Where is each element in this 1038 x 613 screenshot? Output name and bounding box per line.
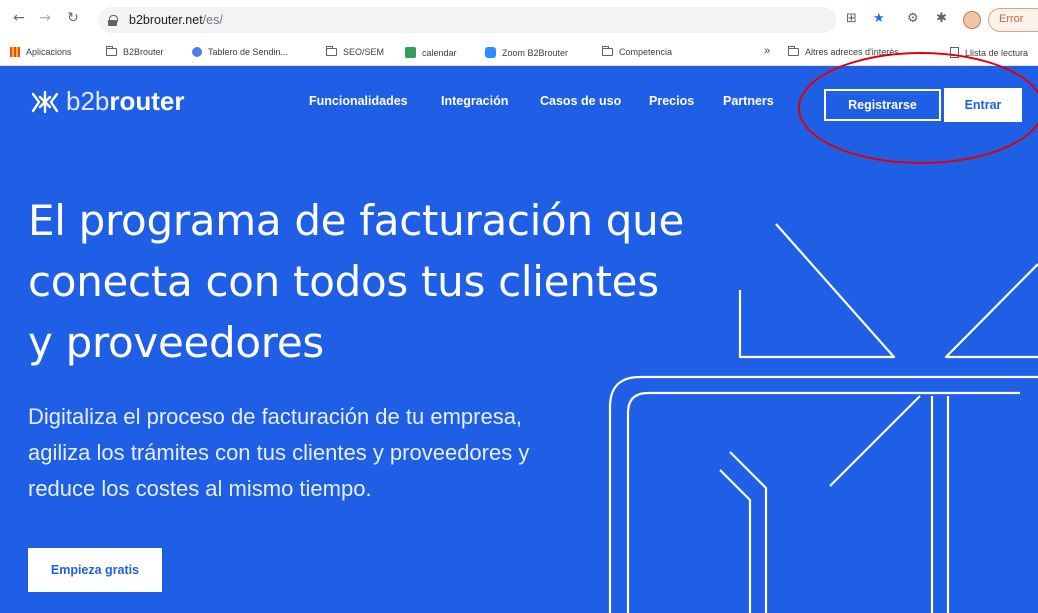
hero-subtitle-line: Digitaliza el proceso de facturación de … [28, 404, 523, 429]
hero-subtitle: Digitaliza el proceso de facturación de … [28, 399, 628, 507]
hero-title-line: El programa de facturación que [28, 196, 685, 245]
hero-title-line: conecta con todos tus clientes [28, 257, 659, 306]
bookmark-zoom[interactable]: Zoom B2Brouter [485, 47, 568, 58]
nav-precios[interactable]: Precios [649, 94, 694, 108]
bookmark-calendar[interactable]: calendar [405, 47, 457, 58]
bookmark-label: Llista de lectura [965, 47, 1029, 58]
overflow-chevron-icon: » [764, 45, 771, 57]
folder-icon [106, 46, 117, 56]
forward-arrow-icon[interactable]: → [36, 10, 54, 26]
url-text[interactable]: b2brouter.net/es/ [129, 13, 223, 27]
nav-partners[interactable]: Partners [723, 94, 774, 108]
bookmark-competencia[interactable]: Competencia [602, 46, 673, 57]
bookmark-tablero[interactable]: Tablero de Sendin... [192, 47, 288, 57]
puzzle-icon[interactable]: ✱ [936, 11, 947, 26]
bookmark-aplicacions[interactable]: Aplicacions [10, 47, 72, 57]
bookmark-b2brouter[interactable]: B2Brouter [106, 46, 164, 57]
bookmarks-overflow[interactable]: » [764, 45, 770, 57]
error-button[interactable]: Error [988, 8, 1038, 32]
bookmark-altres-adreces[interactable]: Altres adreces d'interès [788, 46, 899, 57]
avatar[interactable] [963, 11, 981, 29]
apps-icon [10, 47, 20, 57]
logo-text-bold: router [109, 86, 185, 116]
translate-icon[interactable]: ⊞ [846, 11, 857, 26]
folder-icon [326, 46, 337, 56]
folder-icon [602, 46, 613, 56]
address-bar[interactable]: b2brouter.net/es/ [98, 7, 836, 33]
bookmark-label: Competencia [619, 47, 673, 57]
register-button[interactable]: Registrarse [824, 89, 941, 121]
hero-title: El programa de facturación que conecta c… [28, 190, 848, 373]
calendar-icon [405, 47, 416, 58]
logo-text-light: b2b [66, 86, 110, 116]
browser-toolbar: ← → ↻ b2brouter.net/es/ ⊞ ★ ⚙ ✱ Error [0, 0, 1038, 40]
router-logo-icon [31, 90, 59, 113]
start-free-button[interactable]: Empieza gratis [28, 548, 162, 592]
bookmark-label: Zoom B2Brouter [502, 47, 569, 58]
nav-integracion[interactable]: Integración [441, 94, 508, 108]
bookmark-label: Tablero de Sendin... [208, 47, 289, 57]
site-logo[interactable]: b2b router [28, 86, 185, 117]
hero-subtitle-line: agiliza los trámites con tus clientes y … [28, 440, 530, 465]
hero-title-line: y proveedores [28, 318, 324, 367]
lock-icon[interactable] [108, 14, 118, 26]
hero-subtitle-line: reduce los costes al mismo tiempo. [28, 476, 372, 501]
bookmark-label: SEO/SEM [343, 47, 385, 57]
bookmarks-bar: Aplicacions B2Brouter Tablero de Sendin.… [0, 40, 1038, 66]
zoom-icon [485, 47, 496, 58]
nav-funcionalidades[interactable]: Funcionalidades [309, 94, 408, 108]
bookmark-label: B2Brouter [123, 47, 164, 57]
folder-icon [788, 46, 799, 56]
bookmark-seo-sem[interactable]: SEO/SEM [326, 46, 385, 57]
star-icon[interactable]: ★ [873, 11, 885, 26]
bookmark-label: calendar [422, 47, 457, 58]
bookmark-label: Altres adreces d'interès [805, 47, 899, 57]
nav-casos-de-uso[interactable]: Casos de uso [540, 94, 621, 108]
bookmark-label: Aplicacions [26, 47, 72, 57]
back-arrow-icon[interactable]: ← [10, 10, 28, 26]
extension-icon[interactable]: ⚙ [907, 11, 919, 26]
login-button[interactable]: Entrar [944, 88, 1022, 122]
page-hero: b2b router Funcionalidades Integración Ca… [0, 66, 1038, 613]
bookmark-reading-list[interactable]: Llista de lectura [950, 47, 1028, 58]
site-icon [192, 47, 202, 57]
reload-icon[interactable]: ↻ [64, 10, 82, 26]
reading-list-icon [950, 47, 959, 58]
